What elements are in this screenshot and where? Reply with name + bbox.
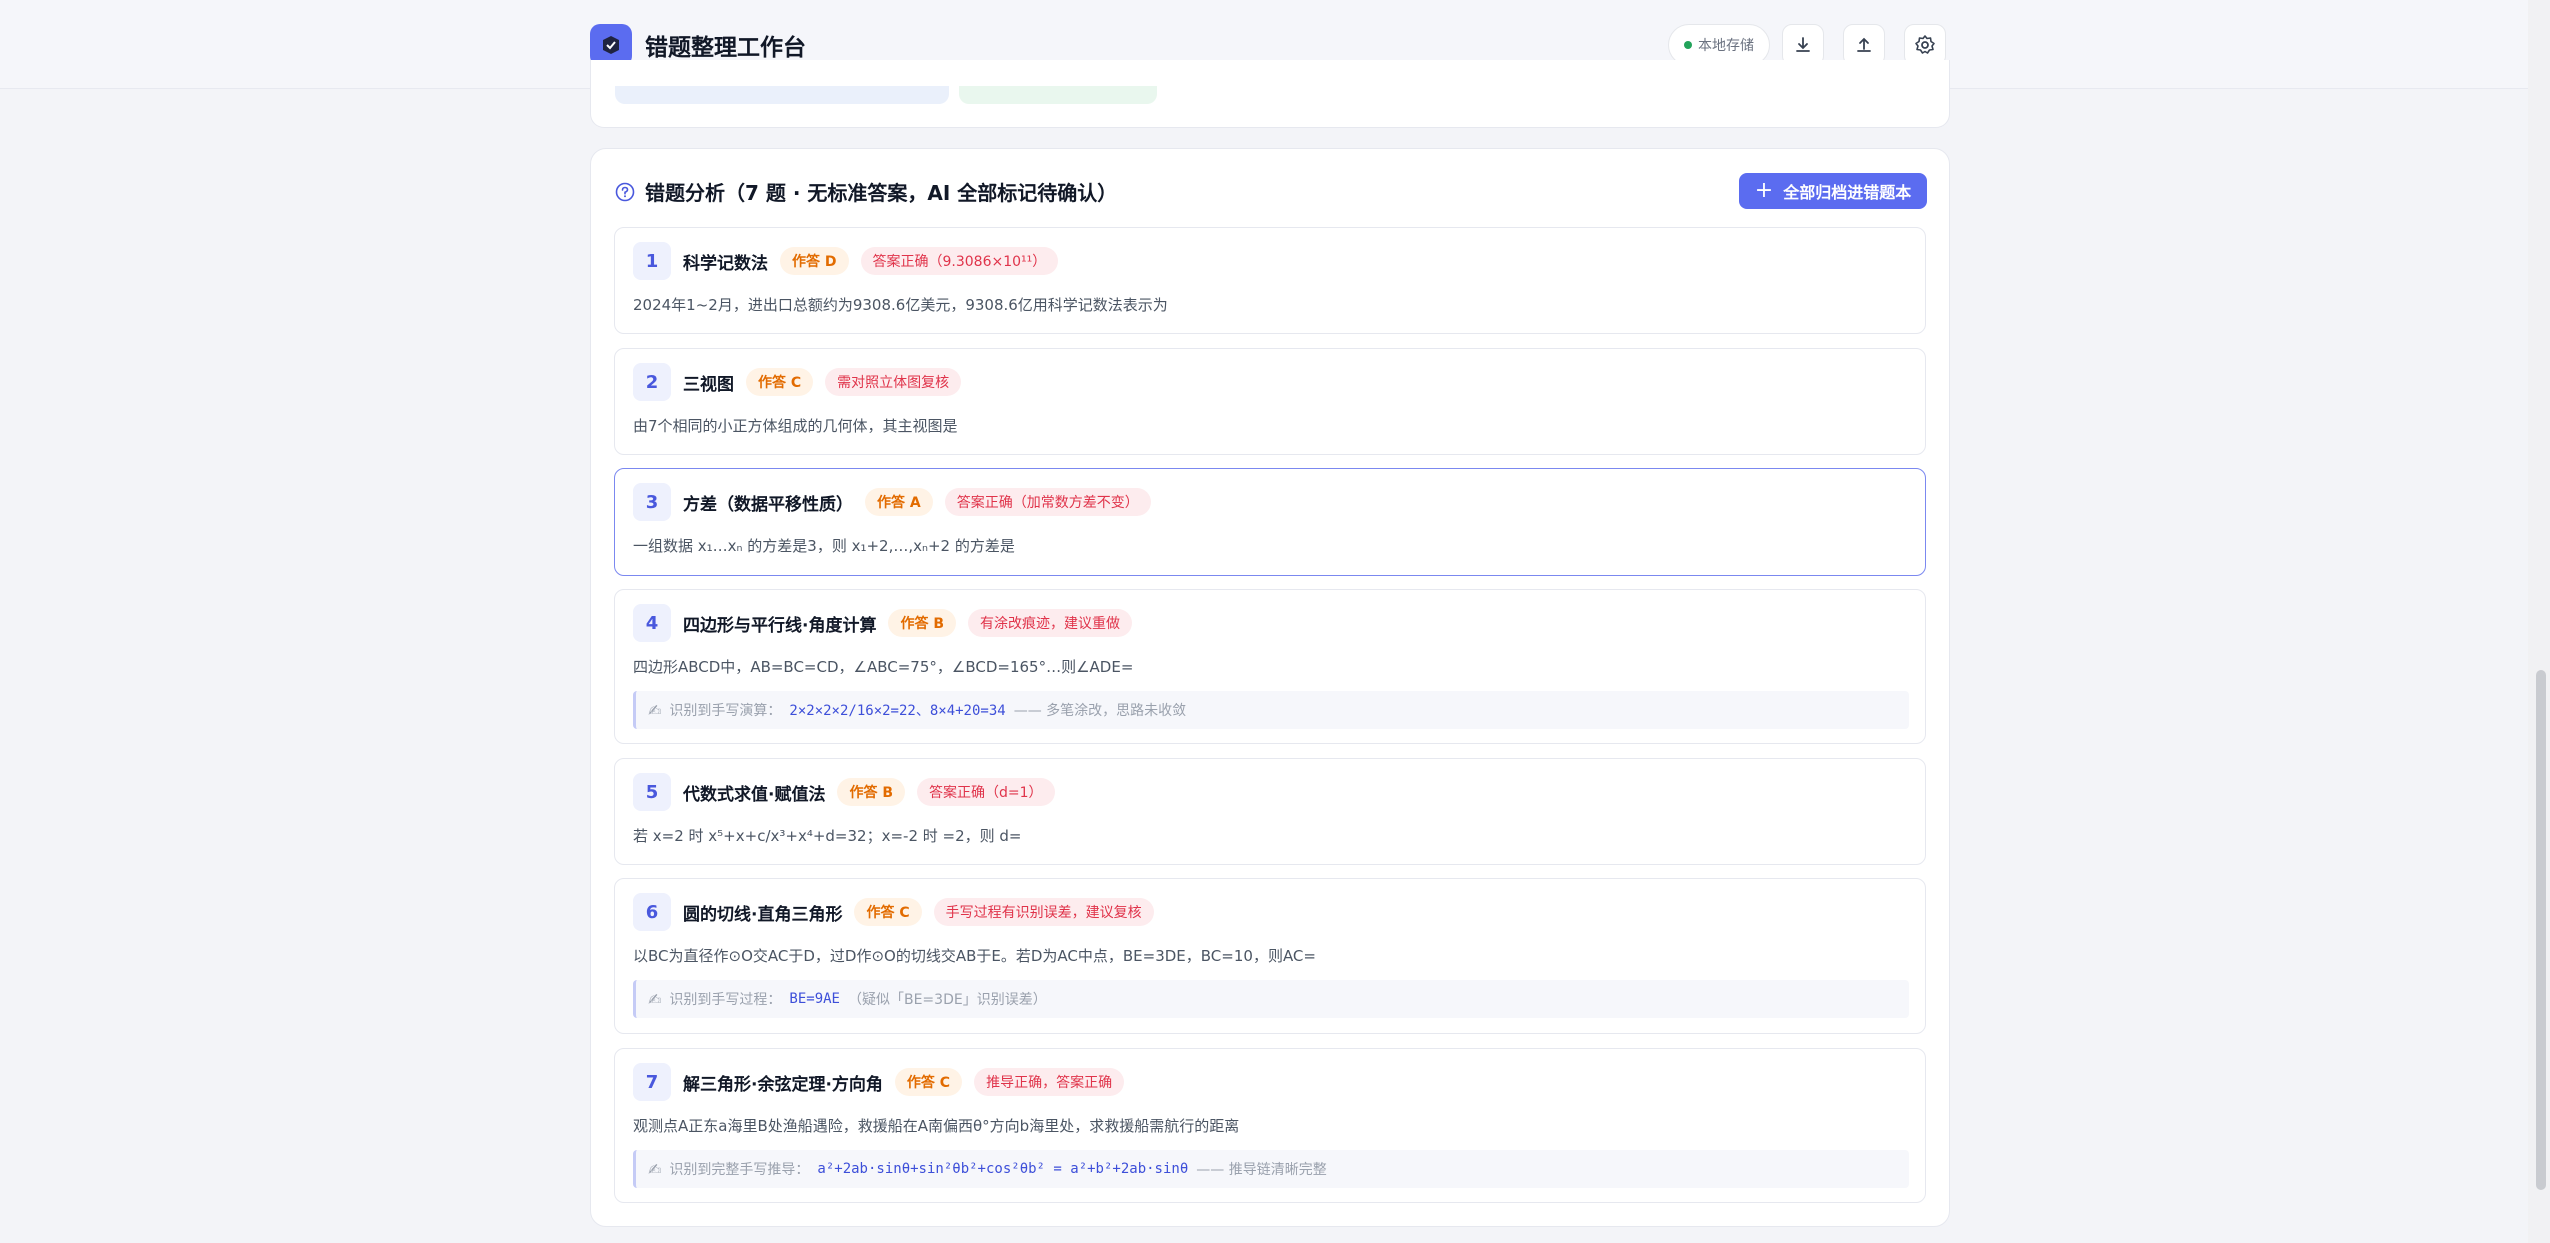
upload-card [590,60,1950,128]
app-title: 错题整理工作台 [645,35,806,61]
question-number: 2 [633,363,671,401]
answer-tag: 作答 B [888,609,957,637]
question-header: 4 四边形与平行线·角度计算 作答 B 有涂改痕迹，建议重做 [633,604,1133,642]
handwriting-prefix: 识别到手写过程： [669,992,782,1008]
status-tag: 推导正确，答案正确 [974,1068,1125,1096]
question-card-3[interactable]: 3 方差（数据平移性质） 作答 A 答案正确（加常数方差不变） 一组数据 x₁…… [614,468,1926,576]
handwriting-content: BE=9AE [789,991,840,1007]
upload-icon [1857,37,1871,52]
question-title: 三视图 [683,374,734,395]
question-text: 一组数据 x₁…xₙ 的方差是3，则 x₁+2,…,xₙ+2 的方差是 [633,537,1015,555]
answer-tag: 作答 D [780,247,849,275]
status-tag: 需对照立体图复核 [825,368,962,396]
page: 错题整理工作台 本地存储 错题分析（7 题 · 无标准答案，AI 全部标记待确认… [0,0,2550,1243]
question-header: 2 三视图 作答 C 需对照立体图复核 [633,363,962,401]
handwriting-comment: （疑似「BE=3DE」识别误差） [847,992,1047,1008]
status-tag: 手写过程有识别误差，建议复核 [933,898,1154,926]
ghost-chip [959,86,1157,104]
handwriting-content: 2×2×2×2/16×2=22、8×4+20=34 [789,703,1006,719]
question-text: 四边形ABCD中，AB=BC=CD，∠ABC=75°，∠BCD=165°…则∠A… [633,658,1134,676]
question-header: 3 方差（数据平移性质） 作答 A 答案正确（加常数方差不变） [633,483,1151,521]
plus-icon: + [1754,178,1774,203]
help-circle-icon [615,182,635,201]
question-card-7[interactable]: 7 解三角形·余弦定理·方向角 作答 C 推导正确，答案正确 观测点A正东a海里… [614,1048,1926,1203]
download-icon [1796,37,1810,52]
question-card-1[interactable]: 1 科学记数法 作答 D 答案正确（9.3086×10¹¹） 2024年1~2月… [614,227,1926,334]
handwriting-comment: —— 推导链清晰完整 [1196,1162,1327,1178]
archive-all-button[interactable]: + 全部归档进错题本 [1739,173,1927,209]
question-title: 代数式求值·赋值法 [683,784,826,805]
writing-hand-icon: ✍ [648,700,662,720]
handwriting-prefix: 识别到完整手写推导： [669,1162,810,1178]
answer-tag: 作答 A [865,488,933,516]
question-number: 4 [633,604,671,642]
answer-tag: 作答 C [746,368,814,396]
answer-tag: 作答 B [837,778,906,806]
handwriting-prefix: 识别到手写演算： [669,703,782,719]
analysis-header: 错题分析（7 题 · 无标准答案，AI 全部标记待确认） [615,177,1117,206]
question-header: 1 科学记数法 作答 D 答案正确（9.3086×10¹¹） [633,242,1059,280]
handwriting-note: ✍ 识别到手写演算： 2×2×2×2/16×2=22、8×4+20=34 —— … [633,691,1909,729]
question-text: 由7个相同的小正方体组成的几何体，其主视图是 [633,417,958,435]
question-text: 若 x=2 时 x⁵+x+c/x³+x⁴+d=32；x=-2 时 =2，则 d= [633,827,1022,845]
ghost-chip [615,86,949,104]
question-number: 1 [633,242,671,280]
status-tag: 有涂改痕迹，建议重做 [968,609,1133,637]
question-card-5[interactable]: 5 代数式求值·赋值法 作答 B 答案正确（d=1） 若 x=2 时 x⁵+x+… [614,758,1926,865]
question-text: 以BC为直径作⊙O交AC于D，过D作⊙O的切线交AB于E。若D为AC中点，BE=… [633,947,1316,965]
status-tag: 答案正确（d=1） [917,778,1055,806]
question-number: 7 [633,1063,671,1101]
answer-tag: 作答 C [854,898,922,926]
question-title: 方差（数据平移性质） [683,494,853,515]
question-card-2[interactable]: 2 三视图 作答 C 需对照立体图复核 由7个相同的小正方体组成的几何体，其主视… [614,348,1926,455]
archive-all-label: 全部归档进错题本 [1783,183,1912,202]
question-title: 圆的切线·直角三角形 [683,904,843,925]
question-title: 四边形与平行线·角度计算 [683,615,877,636]
question-card-6[interactable]: 6 圆的切线·直角三角形 作答 C 手写过程有识别误差，建议复核 以BC为直径作… [614,878,1926,1034]
handwriting-note: ✍ 识别到完整手写推导： a²+2ab·sinθ+sin²θb²+cos²θb²… [633,1150,1909,1188]
question-text: 观测点A正东a海里B处渔船遇险，救援船在A南偏西θ°方向b海里处，求救援船需航行… [633,1117,1240,1135]
question-title: 解三角形·余弦定理·方向角 [683,1074,883,1095]
question-header: 7 解三角形·余弦定理·方向角 作答 C 推导正确，答案正确 [633,1063,1125,1101]
question-number: 5 [633,773,671,811]
question-header: 6 圆的切线·直角三角形 作答 C 手写过程有识别误差，建议复核 [633,893,1154,931]
writing-hand-icon: ✍ [648,989,662,1009]
settings-icon [1915,35,1935,54]
status-dot-icon [1684,41,1692,49]
analysis-card: 错题分析（7 题 · 无标准答案，AI 全部标记待确认） + 全部归档进错题本 … [590,148,1950,1227]
handwriting-note: ✍ 识别到手写过程： BE=9AE （疑似「BE=3DE」识别误差） [633,980,1909,1018]
question-text: 2024年1~2月，进出口总额约为9308.6亿美元，9308.6亿用科学记数法… [633,296,1168,314]
handwriting-comment: —— 多笔涂改，思路未收敛 [1013,703,1187,719]
answer-tag: 作答 C [894,1068,963,1096]
analysis-title: 错题分析（7 题 · 无标准答案，AI 全部标记待确认） [645,181,1118,205]
scrollbar-thumb[interactable] [2536,670,2546,1190]
question-number: 3 [633,483,671,521]
question-number: 6 [633,893,671,931]
question-card-4[interactable]: 4 四边形与平行线·角度计算 作答 B 有涂改痕迹，建议重做 四边形ABCD中，… [614,589,1926,744]
writing-hand-icon: ✍ [648,1159,662,1179]
status-tag: 答案正确（9.3086×10¹¹） [860,247,1059,275]
handwriting-content: a²+2ab·sinθ+sin²θb²+cos²θb² = a²+b²+2ab·… [817,1161,1189,1177]
question-header: 5 代数式求值·赋值法 作答 B 答案正确（d=1） [633,773,1055,811]
storage-label: 本地存储 [1698,38,1754,54]
question-title: 科学记数法 [683,253,768,274]
status-tag: 答案正确（加常数方差不变） [944,488,1151,516]
